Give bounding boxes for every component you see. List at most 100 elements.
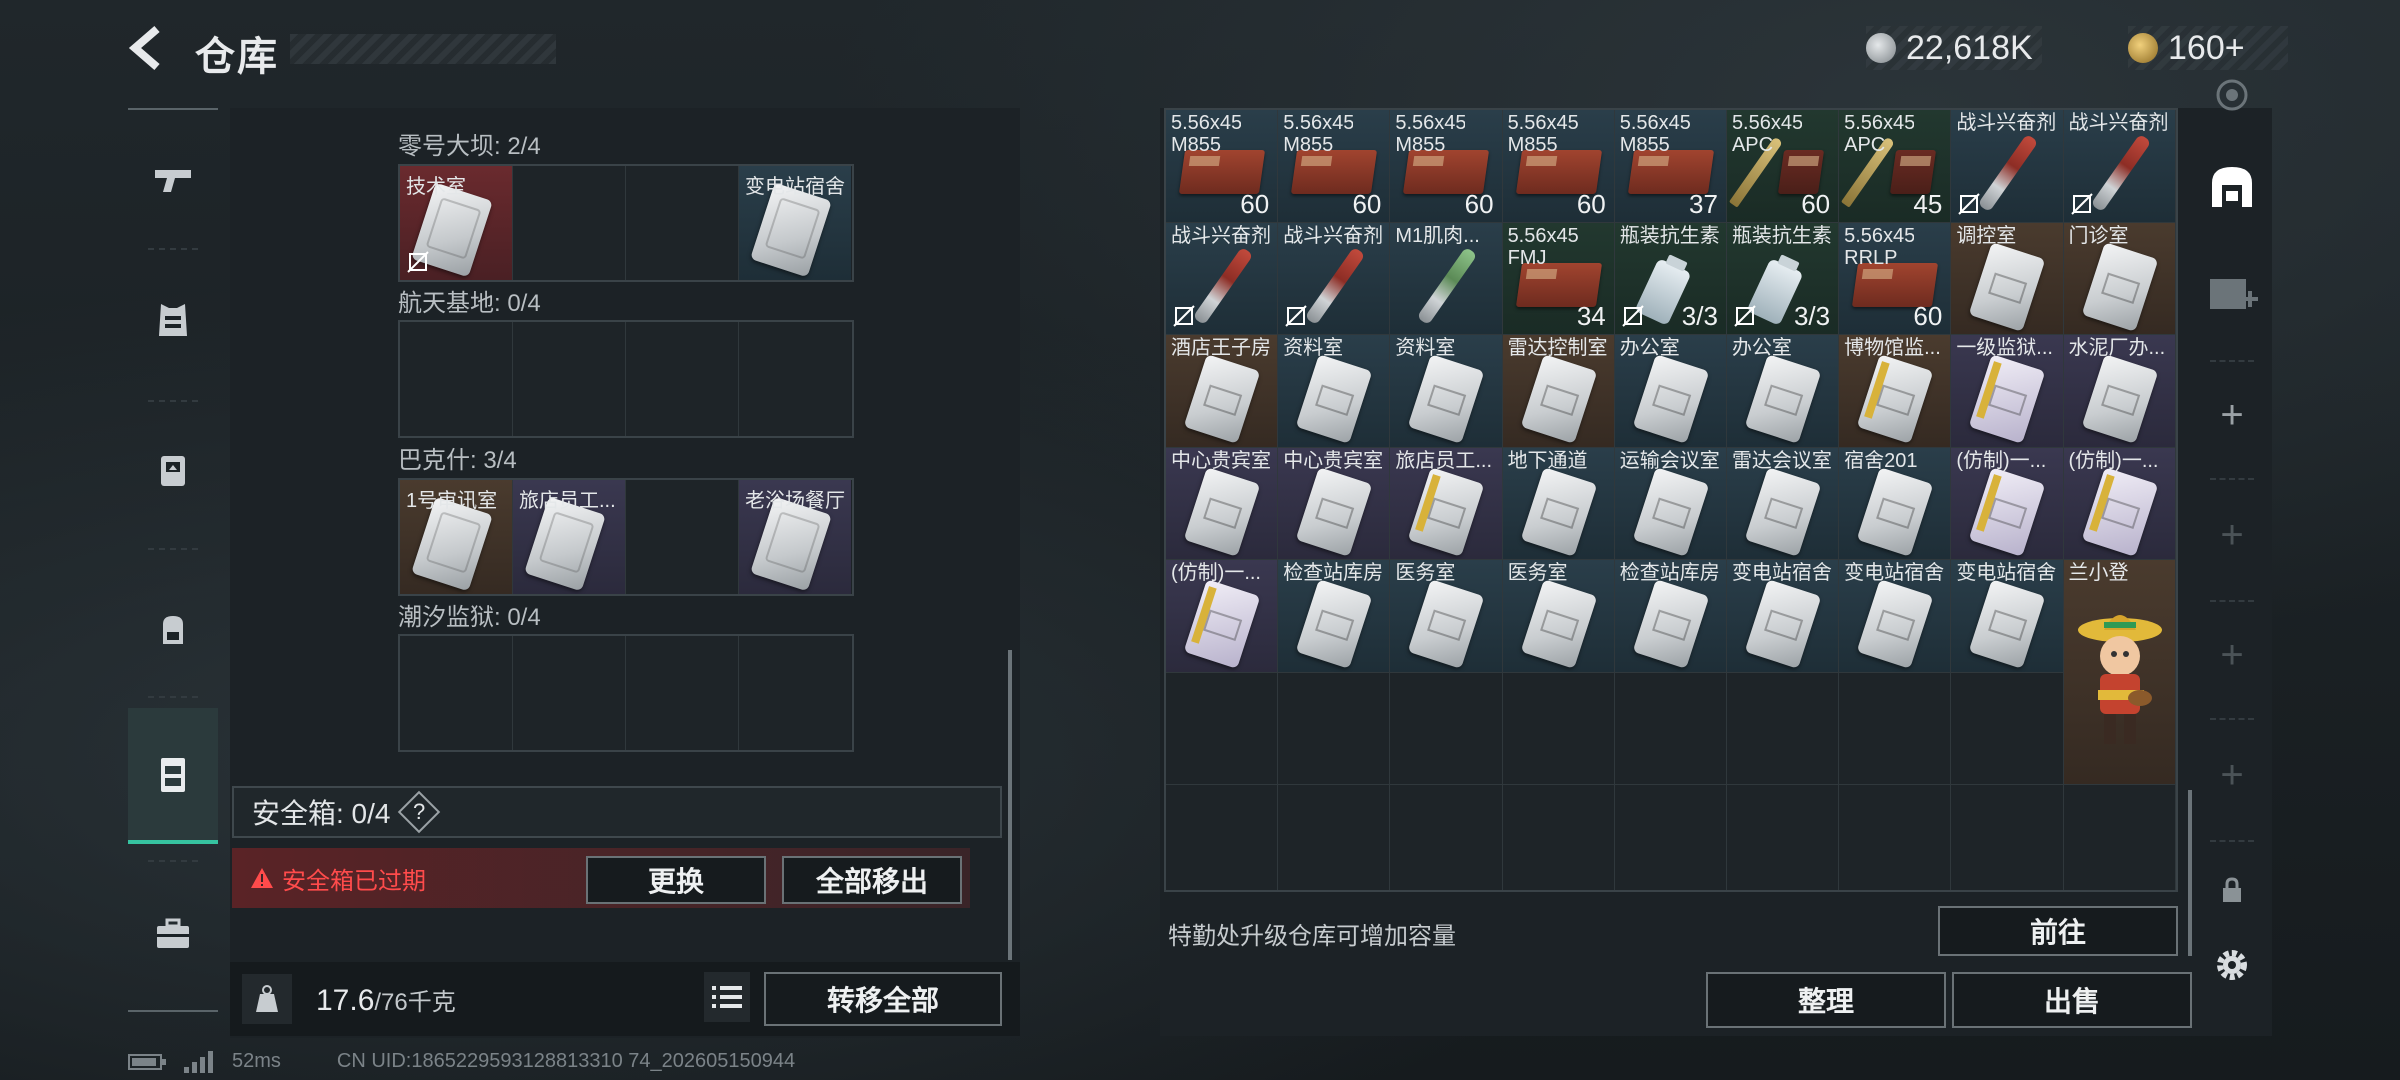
key-slot[interactable] [626, 166, 739, 280]
nav-chest-rig[interactable] [128, 410, 218, 530]
storage-item[interactable]: 5.56x45 M855 60 [1502, 110, 1615, 223]
storage-item[interactable]: 宿舍201 [1839, 447, 1952, 560]
nav-backpack[interactable] [128, 570, 218, 690]
key-slot[interactable] [626, 636, 739, 750]
storage-item[interactable]: 雷达会议室 [1726, 447, 1840, 560]
key-slot[interactable]: 技术室 [400, 166, 513, 280]
nav-weapon[interactable] [128, 120, 218, 240]
key-slot[interactable] [400, 322, 513, 436]
storage-item[interactable]: 医务室 [1390, 560, 1503, 673]
plus-icon[interactable]: + [2192, 490, 2272, 580]
lock-icon[interactable] [2192, 860, 2272, 920]
storage-item[interactable]: 资料室 [1390, 335, 1503, 448]
empty-storage-slot[interactable] [1390, 785, 1503, 890]
storage-item[interactable]: 酒店王子房 [1166, 335, 1279, 448]
empty-storage-slot[interactable] [1390, 672, 1503, 785]
empty-storage-slot[interactable] [1839, 672, 1952, 785]
empty-storage-slot[interactable] [1502, 672, 1615, 785]
storage-item[interactable]: M1肌肉... [1390, 222, 1503, 335]
storage-item[interactable]: 旅店员工... [1390, 447, 1503, 560]
empty-storage-slot[interactable] [1951, 785, 2064, 890]
storage-item[interactable]: 变电站宿舍 [1839, 560, 1952, 673]
storage-item[interactable]: 中心贵宾室 [1278, 447, 1391, 560]
storage-item[interactable]: 5.56x45 APC 45 [1839, 110, 1952, 223]
storage-item[interactable]: 战斗兴奋剂 [2063, 110, 2176, 223]
storage-item[interactable]: 门诊室 [2063, 222, 2176, 335]
key-slot[interactable] [626, 322, 739, 436]
key-slot[interactable]: 变电站宿舍 [739, 166, 851, 280]
sort-button[interactable]: 整理 [1706, 972, 1946, 1028]
storage-tab-main[interactable] [2192, 132, 2272, 242]
empty-storage-slot[interactable] [1166, 785, 1279, 890]
empty-storage-slot[interactable] [1502, 785, 1615, 890]
storage-item[interactable]: 博物馆监... [1839, 335, 1952, 448]
nav-safe-case[interactable] [128, 708, 218, 844]
storage-item[interactable]: 办公室 [1726, 335, 1840, 448]
storage-item[interactable]: 办公室 [1614, 335, 1727, 448]
storage-item[interactable]: (仿制)一... [1166, 560, 1279, 673]
storage-item[interactable]: 资料室 [1278, 335, 1391, 448]
plus-icon[interactable]: + [2192, 370, 2272, 460]
storage-item[interactable]: 中心贵宾室 [1166, 447, 1279, 560]
storage-item[interactable]: 一级监狱... [1951, 335, 2064, 448]
storage-item[interactable]: 变电站宿舍 [1951, 560, 2064, 673]
storage-item[interactable]: 战斗兴奋剂 [1166, 222, 1279, 335]
storage-item[interactable]: 5.56x45 M855 37 [1614, 110, 1727, 223]
empty-storage-slot[interactable] [1278, 785, 1391, 890]
storage-item[interactable]: 医务室 [1502, 560, 1615, 673]
empty-storage-slot[interactable] [1614, 672, 1727, 785]
storage-item[interactable]: 兰小登 [2063, 560, 2176, 785]
storage-item[interactable]: 5.56x45 RRLP 60 [1839, 222, 1952, 335]
empty-storage-slot[interactable] [1726, 672, 1840, 785]
left-scrollbar[interactable] [1008, 650, 1012, 960]
list-view-button[interactable] [704, 972, 750, 1022]
storage-item[interactable]: 检查站库房 [1278, 560, 1391, 673]
storage-item[interactable]: 地下通道 [1502, 447, 1615, 560]
plus-icon[interactable]: + [2192, 610, 2272, 700]
storage-item[interactable]: 运输会议室 [1614, 447, 1727, 560]
empty-storage-slot[interactable] [1951, 672, 2064, 785]
empty-storage-slot[interactable] [2063, 785, 2176, 890]
storage-item[interactable]: (仿制)一... [1951, 447, 2064, 560]
storage-item[interactable]: 5.56x45 APC 60 [1726, 110, 1840, 223]
nav-armor[interactable] [128, 260, 218, 380]
sell-button[interactable]: 出售 [1952, 972, 2192, 1028]
empty-storage-slot[interactable] [1278, 672, 1391, 785]
key-slot[interactable]: 老浴场餐厅 [739, 480, 851, 594]
replace-button[interactable]: 更换 [586, 856, 766, 904]
back-arrow-icon[interactable] [125, 25, 171, 71]
key-slot[interactable] [739, 322, 851, 436]
storage-item[interactable]: 检查站库房 [1614, 560, 1727, 673]
transfer-all-button[interactable]: 转移全部 [764, 972, 1002, 1026]
settings-icon[interactable] [2192, 930, 2272, 1000]
storage-item[interactable]: 水泥厂办... [2063, 335, 2176, 448]
nav-toolbox[interactable] [128, 874, 218, 994]
storage-item[interactable]: 5.56x45 M855 60 [1390, 110, 1503, 223]
storage-item[interactable]: 5.56x45 FMJ 34 [1502, 222, 1615, 335]
key-slot[interactable] [626, 480, 739, 594]
add-storage-tab[interactable] [2192, 250, 2272, 340]
key-slot[interactable] [513, 636, 626, 750]
empty-storage-slot[interactable] [1166, 672, 1279, 785]
key-slot[interactable]: 旅店员工... [513, 480, 626, 594]
empty-storage-slot[interactable] [1839, 785, 1952, 890]
key-slot[interactable] [739, 636, 851, 750]
storage-item[interactable]: 瓶装抗生素 3/3 [1726, 222, 1840, 335]
remove-all-button[interactable]: 全部移出 [782, 856, 962, 904]
help-icon[interactable]: ? [398, 790, 441, 834]
storage-item[interactable]: 调控室 [1951, 222, 2064, 335]
plus-icon[interactable]: + [2192, 730, 2272, 820]
goto-button[interactable]: 前往 [1938, 906, 2178, 956]
storage-item[interactable]: 变电站宿舍 [1726, 560, 1840, 673]
key-slot[interactable] [513, 166, 626, 280]
key-slot[interactable]: 1号审讯室 [400, 480, 513, 594]
empty-storage-slot[interactable] [1614, 785, 1727, 890]
storage-item[interactable]: 雷达控制室 [1502, 335, 1615, 448]
storage-item[interactable]: 5.56x45 M855 60 [1166, 110, 1279, 223]
storage-item[interactable]: 战斗兴奋剂 [1951, 110, 2064, 223]
key-slot[interactable] [513, 322, 626, 436]
storage-item[interactable]: 5.56x45 M855 60 [1278, 110, 1391, 223]
top-toggle[interactable] [2192, 60, 2272, 130]
storage-item[interactable]: 瓶装抗生素 3/3 [1614, 222, 1727, 335]
storage-item[interactable]: (仿制)一... [2063, 447, 2176, 560]
